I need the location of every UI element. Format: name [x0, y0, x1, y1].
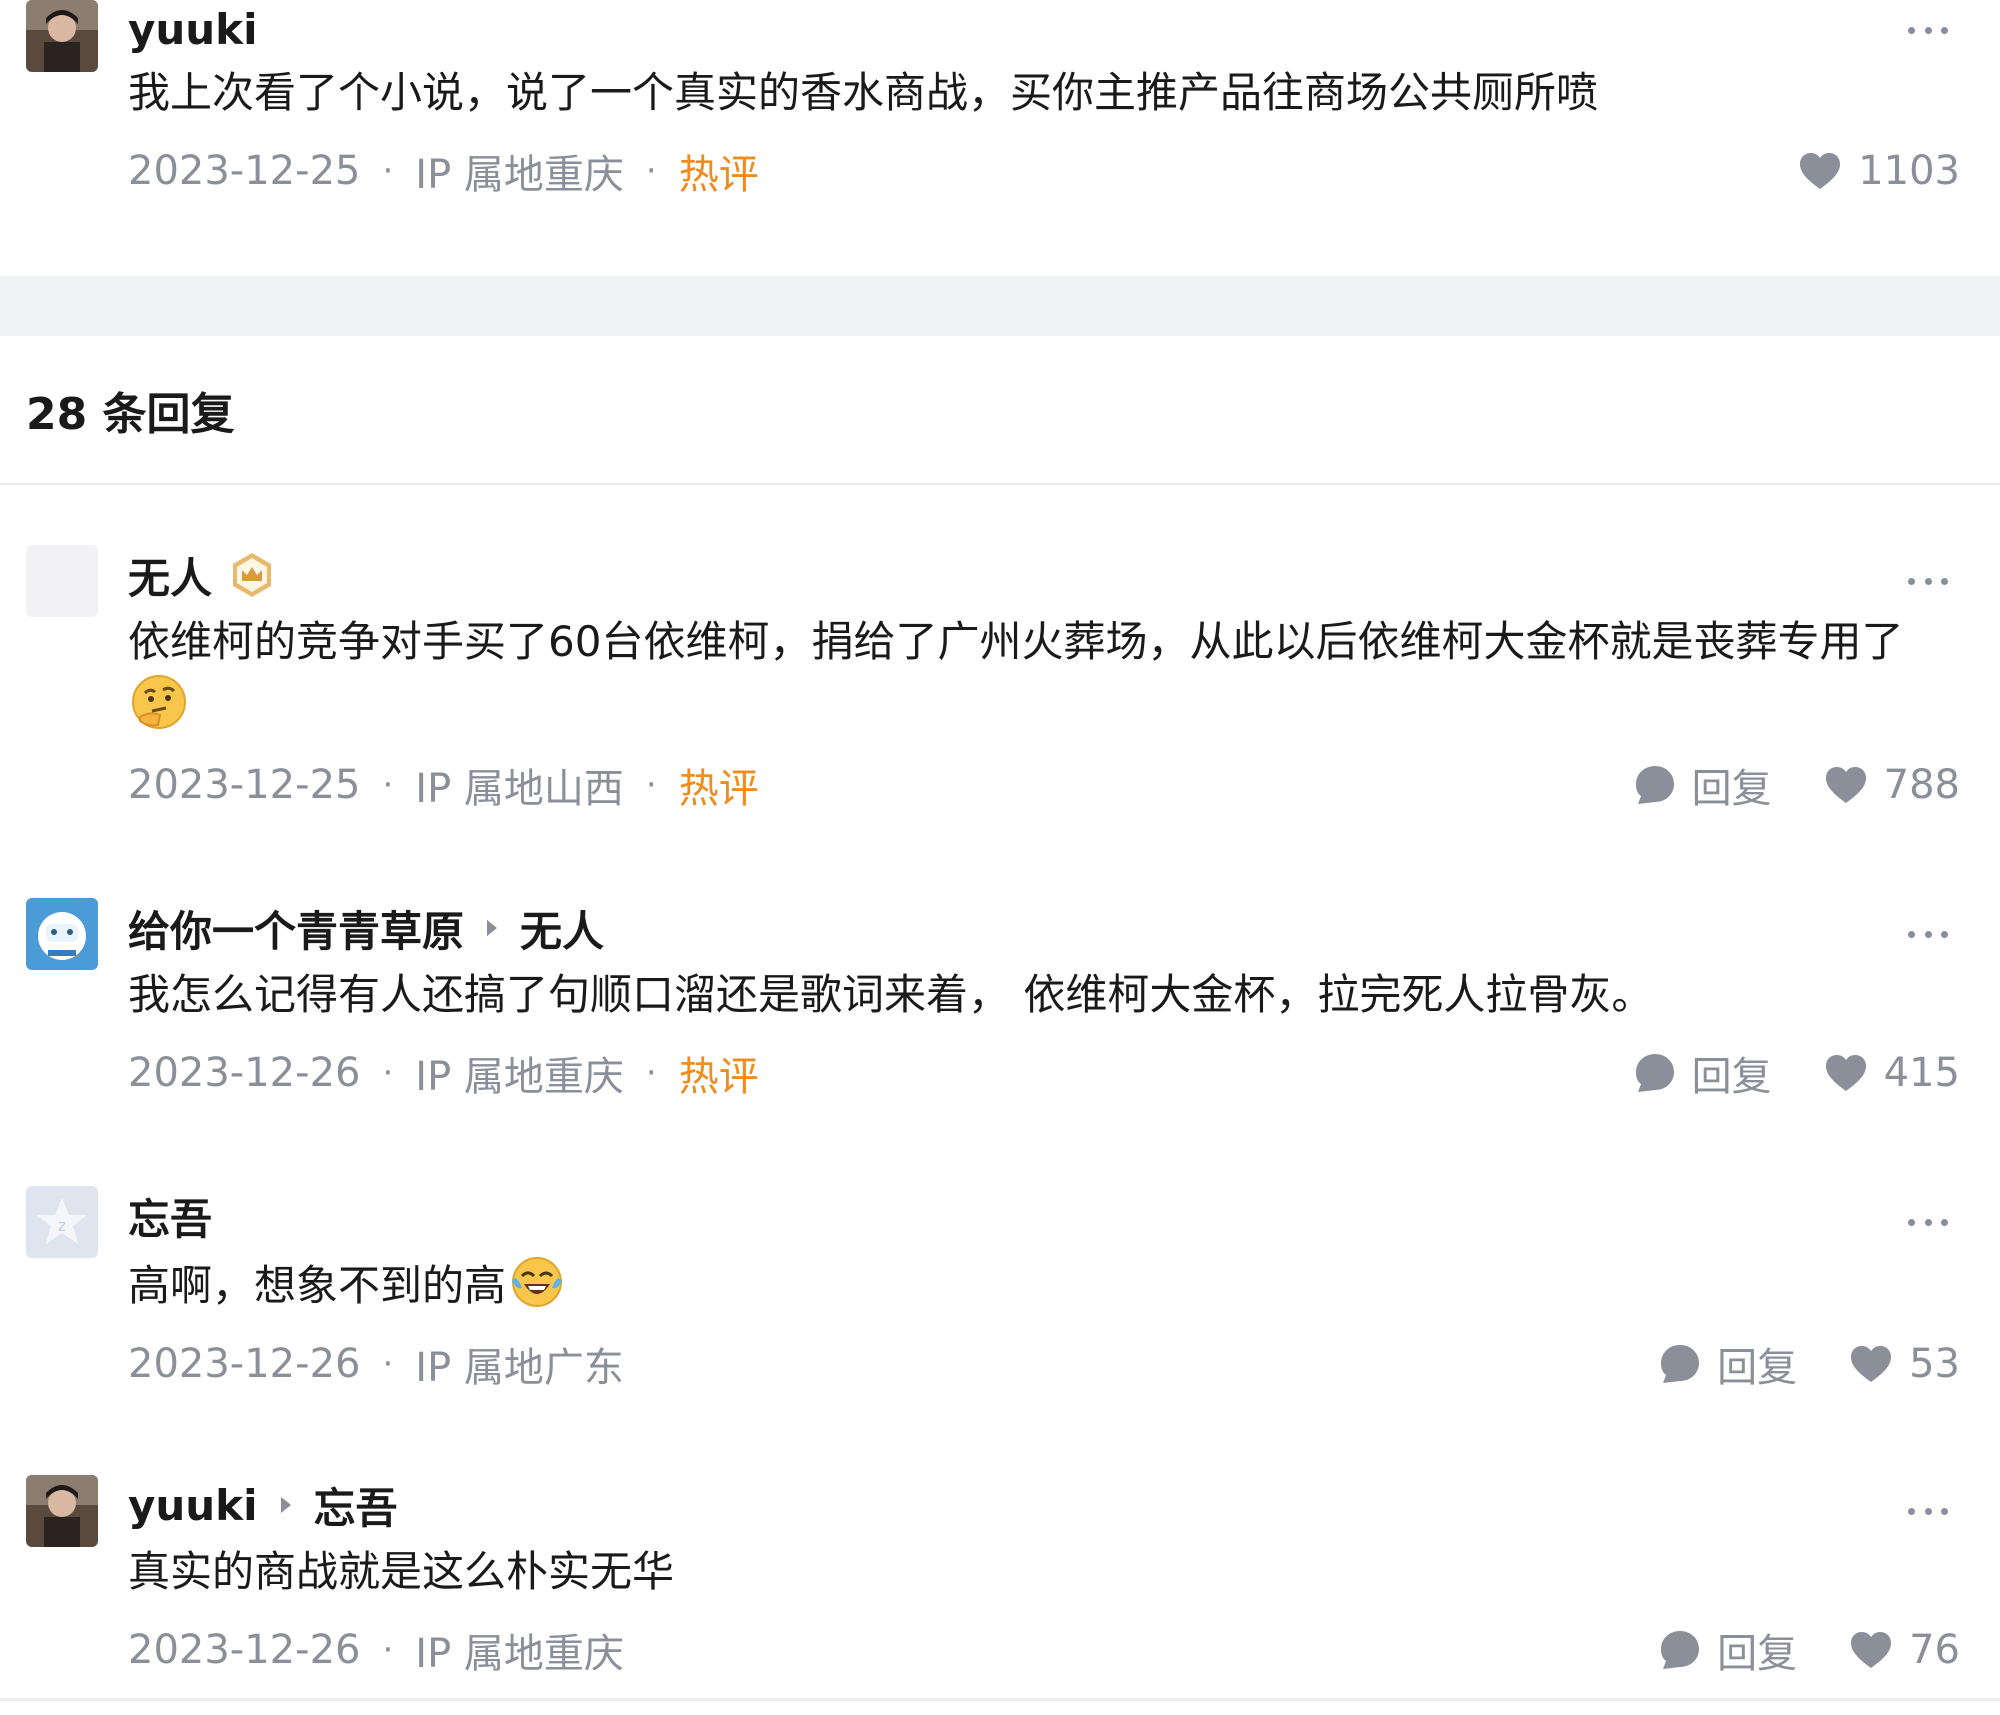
heart-icon	[1800, 153, 1841, 189]
like-button[interactable]: 53	[1849, 1341, 1960, 1387]
comment-date: 2023-12-25	[128, 148, 361, 194]
user-name-row: yuuki 忘吾	[128, 1475, 1960, 1535]
reply-arrow-icon	[280, 1497, 291, 1513]
divider	[0, 483, 2000, 485]
separator-dot: ·	[382, 1344, 394, 1384]
heart-icon	[1851, 1346, 1892, 1382]
comment-body: 忘吾 高啊，想象不到的高 2023-12-26 · IP 属地广东 回复 53	[128, 1186, 1960, 1395]
user-name-row: yuuki	[128, 0, 1960, 58]
user-avatar[interactable]	[26, 898, 98, 970]
reply-arrow-icon	[487, 920, 498, 936]
like-button[interactable]: 788	[1824, 762, 1960, 808]
comment-date: 2023-12-26	[128, 1341, 361, 1387]
hot-comment-tag: 热评	[678, 152, 759, 198]
user-name[interactable]: yuuki	[128, 5, 258, 54]
separator-dot: ·	[382, 151, 394, 191]
user-name-row: 忘吾	[128, 1186, 1960, 1246]
comment-meta: 2023-12-25 · IP 属地重庆 · 热评 1103	[128, 140, 1960, 202]
comment-date: 2023-12-26	[128, 1627, 361, 1673]
comment-bubble-icon	[1661, 1345, 1700, 1383]
user-avatar[interactable]	[26, 545, 98, 617]
ip-location: IP 属地重庆	[415, 152, 624, 198]
comment-date: 2023-12-26	[128, 1050, 361, 1096]
reply-label: 回复	[1691, 1054, 1772, 1100]
like-button[interactable]: 76	[1849, 1627, 1960, 1673]
comment-text: 我上次看了个小说，说了一个真实的香水商战，买你主推产品往商场公共厕所喷	[128, 68, 1599, 117]
crown-badge-icon	[233, 553, 272, 597]
ip-location: IP 属地重庆	[415, 1054, 624, 1100]
ip-location: IP 属地山西	[415, 766, 624, 812]
bottom-divider	[0, 1698, 2000, 1701]
comment-thread: yuuki 我上次看了个小说，说了一个真实的香水商战，买你主推产品往商场公共厕所…	[0, 0, 2000, 1715]
comment-meta: 2023-12-26 · IP 属地重庆 · 热评 回复 415	[128, 1042, 1960, 1104]
thinking-face-emoji-icon	[132, 675, 186, 729]
like-count: 788	[1883, 762, 1960, 808]
comment-meta: 2023-12-25 · IP 属地山西 · 热评 回复 788	[128, 754, 1960, 816]
comment-actions: 回复 53	[1659, 1335, 1960, 1393]
user-name[interactable]: yuuki	[128, 1481, 258, 1530]
hot-comment-tag: 热评	[678, 1054, 759, 1100]
comment-actions: 回复 788	[1634, 756, 1960, 814]
tears-of-joy-emoji-icon	[512, 1257, 563, 1307]
separator-dot: ·	[645, 1053, 657, 1093]
user-name-row: 给你一个青青草原 无人	[128, 898, 1960, 958]
heart-icon	[1825, 1055, 1866, 1091]
like-button[interactable]: 1103	[1798, 148, 1960, 194]
user-name[interactable]: 忘吾	[128, 1186, 212, 1247]
comment-text: 真实的商战就是这么朴实无华	[128, 1547, 675, 1596]
heart-icon	[1825, 767, 1866, 803]
user-name-row: 无人	[128, 545, 1960, 605]
reply-label: 回复	[1717, 1345, 1798, 1391]
user-avatar[interactable]	[26, 0, 98, 72]
comment-actions: 回复 76	[1659, 1621, 1960, 1679]
ip-location: IP 属地广东	[415, 1345, 624, 1391]
comment-text: 依维柯的竞争对手买了60台依维柯，捐给了广州火葬场，从此以后依维柯大金杯就是丧葬…	[128, 611, 1960, 738]
comment-body: 无人 依维柯的竞争对手买了60台依维柯，捐给了广州火葬场，从此以后依维柯大金杯就…	[128, 545, 1960, 816]
separator-dot: ·	[382, 765, 394, 805]
reply-button[interactable]: 回复	[1634, 756, 1772, 814]
comment-body: yuuki 我上次看了个小说，说了一个真实的香水商战，买你主推产品往商场公共厕所…	[128, 0, 1960, 202]
comment-text: 高啊，想象不到的高	[128, 1252, 1960, 1317]
like-count: 1103	[1858, 148, 1960, 194]
comment-meta: 2023-12-26 · IP 属地广东 回复 53	[128, 1333, 1960, 1395]
comment-actions: 回复 415	[1634, 1044, 1960, 1102]
ip-location: IP 属地重庆	[415, 1631, 624, 1677]
reply-label: 回复	[1717, 1631, 1798, 1677]
user-name[interactable]: 无人	[128, 545, 212, 606]
reply-button[interactable]: 回复	[1659, 1621, 1797, 1679]
comment-text-body: 依维柯的竞争对手买了60台依维柯，捐给了广州火葬场，从此以后依维柯大金杯就是丧葬…	[128, 617, 1904, 666]
reply-button[interactable]: 回复	[1634, 1044, 1772, 1102]
user-avatar[interactable]: z	[26, 1186, 98, 1258]
comment-body: yuuki 忘吾 真实的商战就是这么朴实无华 2023-12-26 · IP 属…	[128, 1475, 1960, 1681]
reply-button[interactable]: 回复	[1659, 1335, 1797, 1393]
separator-dot: ·	[645, 765, 657, 805]
like-button[interactable]: 415	[1824, 1050, 1960, 1096]
svg-text:z: z	[58, 1216, 66, 1235]
comment-meta: 2023-12-26 · IP 属地重庆 回复 76	[128, 1619, 1960, 1681]
like-count: 53	[1909, 1341, 1960, 1387]
user-avatar[interactable]	[26, 1475, 98, 1547]
reply-target-name[interactable]: 忘吾	[314, 1475, 398, 1536]
reply-label: 回复	[1691, 766, 1772, 812]
comment-body: 给你一个青青草原 无人 我怎么记得有人还搞了句顺口溜还是歌词来着， 依维柯大金杯…	[128, 898, 1960, 1104]
comment-bubble-icon	[1661, 1631, 1700, 1669]
heart-icon	[1851, 1632, 1892, 1668]
comment-bubble-icon	[1635, 766, 1674, 804]
reply-target-name[interactable]: 无人	[520, 898, 604, 959]
comment-text: 我怎么记得有人还搞了句顺口溜还是歌词来着， 依维柯大金杯，拉完死人拉骨灰。	[128, 970, 1654, 1019]
separator-dot: ·	[382, 1053, 394, 1093]
comment-bubble-icon	[1635, 1054, 1674, 1092]
comment-actions: 1103	[1798, 148, 1960, 194]
separator-dot: ·	[382, 1630, 394, 1670]
separator-dot: ·	[645, 151, 657, 191]
section-separator	[0, 276, 2000, 336]
like-count: 415	[1883, 1050, 1960, 1096]
comment-text-body: 高啊，想象不到的高	[128, 1261, 507, 1310]
user-name[interactable]: 给你一个青青草原	[128, 898, 464, 959]
like-count: 76	[1909, 1627, 1960, 1673]
reply-count-heading: 28 条回复	[26, 389, 235, 440]
comment-date: 2023-12-25	[128, 762, 361, 808]
hot-comment-tag: 热评	[678, 766, 759, 812]
